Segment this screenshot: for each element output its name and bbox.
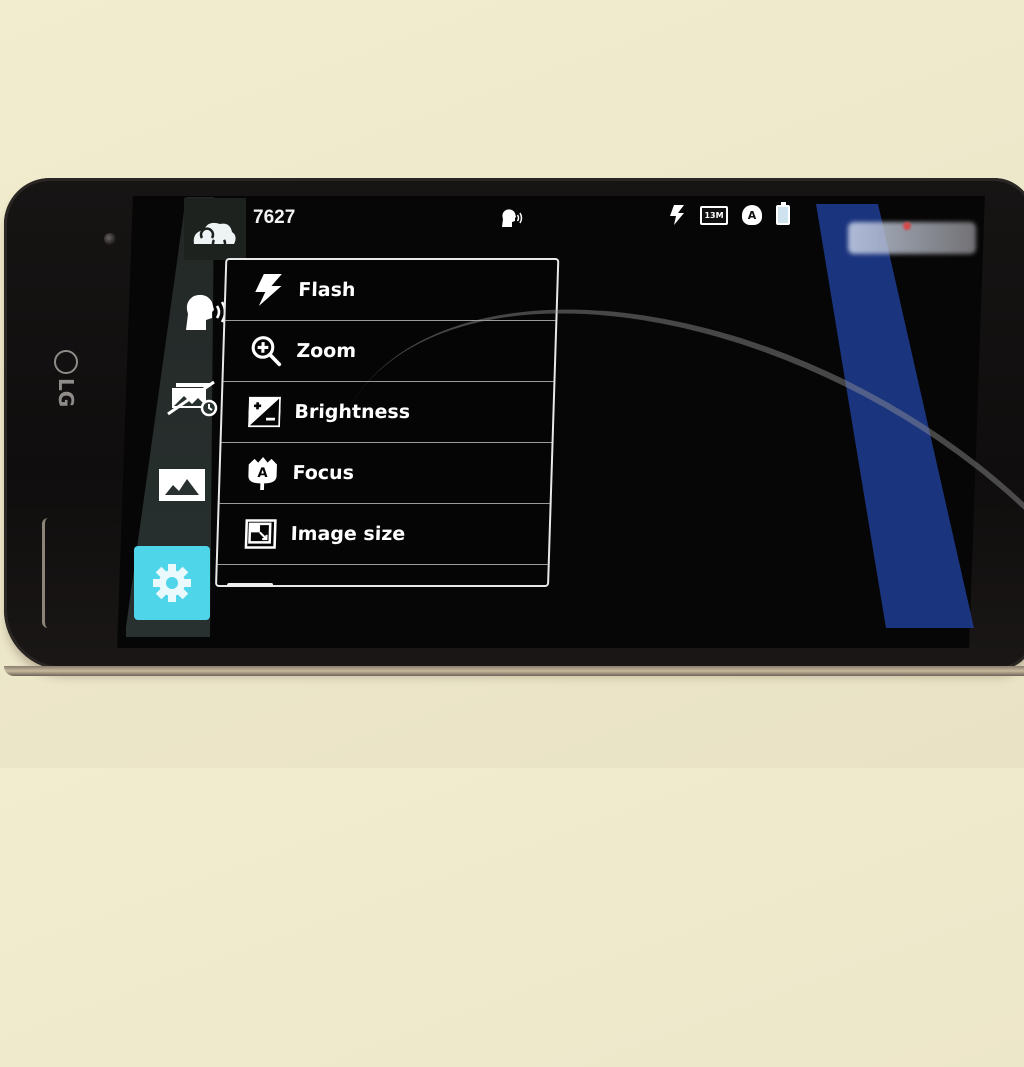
battery-icon [776, 205, 790, 225]
gear-icon [151, 562, 193, 604]
shot-count: 7627 [253, 207, 295, 229]
gallery-button[interactable] [159, 469, 205, 505]
auto-focus-icon: A [742, 205, 762, 225]
focus-badge: A [257, 466, 268, 481]
gallery-icon [159, 469, 205, 501]
menu-item-focus[interactable]: A Focus [220, 443, 552, 504]
resolution-label: 13M [704, 211, 723, 220]
front-camera [104, 233, 116, 245]
glass-reflection [848, 222, 976, 254]
voice-shutter-icon [500, 208, 524, 228]
menu-item-label: Image size [290, 523, 405, 545]
image-size-icon [244, 518, 277, 550]
next-item-peek [227, 583, 273, 587]
brightness-icon [248, 396, 281, 428]
menu-item-brightness[interactable]: Brightness [222, 382, 554, 443]
status-icons: 13M A [670, 205, 790, 225]
menu-item-image-size[interactable]: Image size [218, 504, 550, 565]
brand-text: LG [54, 378, 78, 407]
lg-circle-icon [54, 350, 78, 374]
brand-logo: LG [54, 350, 78, 407]
settings-menu: Flash Zoom Brightness [215, 258, 559, 587]
settings-button[interactable] [134, 546, 210, 620]
time-catch-shot-icon [166, 378, 220, 418]
reflection-light [903, 222, 911, 230]
phone-rim [4, 666, 1024, 676]
camera-rotate-icon [188, 218, 240, 252]
camera-switch-button[interactable] [188, 218, 240, 256]
volume-button[interactable] [42, 518, 59, 628]
focus-auto-icon: A [246, 457, 279, 489]
flash-icon [670, 205, 686, 225]
auto-focus-label: A [748, 209, 757, 222]
menu-item-flash[interactable]: Flash [225, 260, 557, 321]
zoom-in-icon [250, 335, 283, 367]
menu-item-label: Focus [292, 462, 354, 484]
menu-item-zoom[interactable]: Zoom [223, 321, 555, 382]
menu-scroll-more[interactable] [217, 565, 548, 585]
menu-item-label: Zoom [296, 340, 356, 362]
flash-icon [252, 274, 285, 306]
menu-item-label: Brightness [294, 401, 410, 423]
menu-item-label: Flash [298, 279, 356, 301]
time-catch-button[interactable] [166, 378, 220, 422]
resolution-icon: 13M [700, 206, 728, 225]
voice-shutter-status [500, 208, 524, 232]
